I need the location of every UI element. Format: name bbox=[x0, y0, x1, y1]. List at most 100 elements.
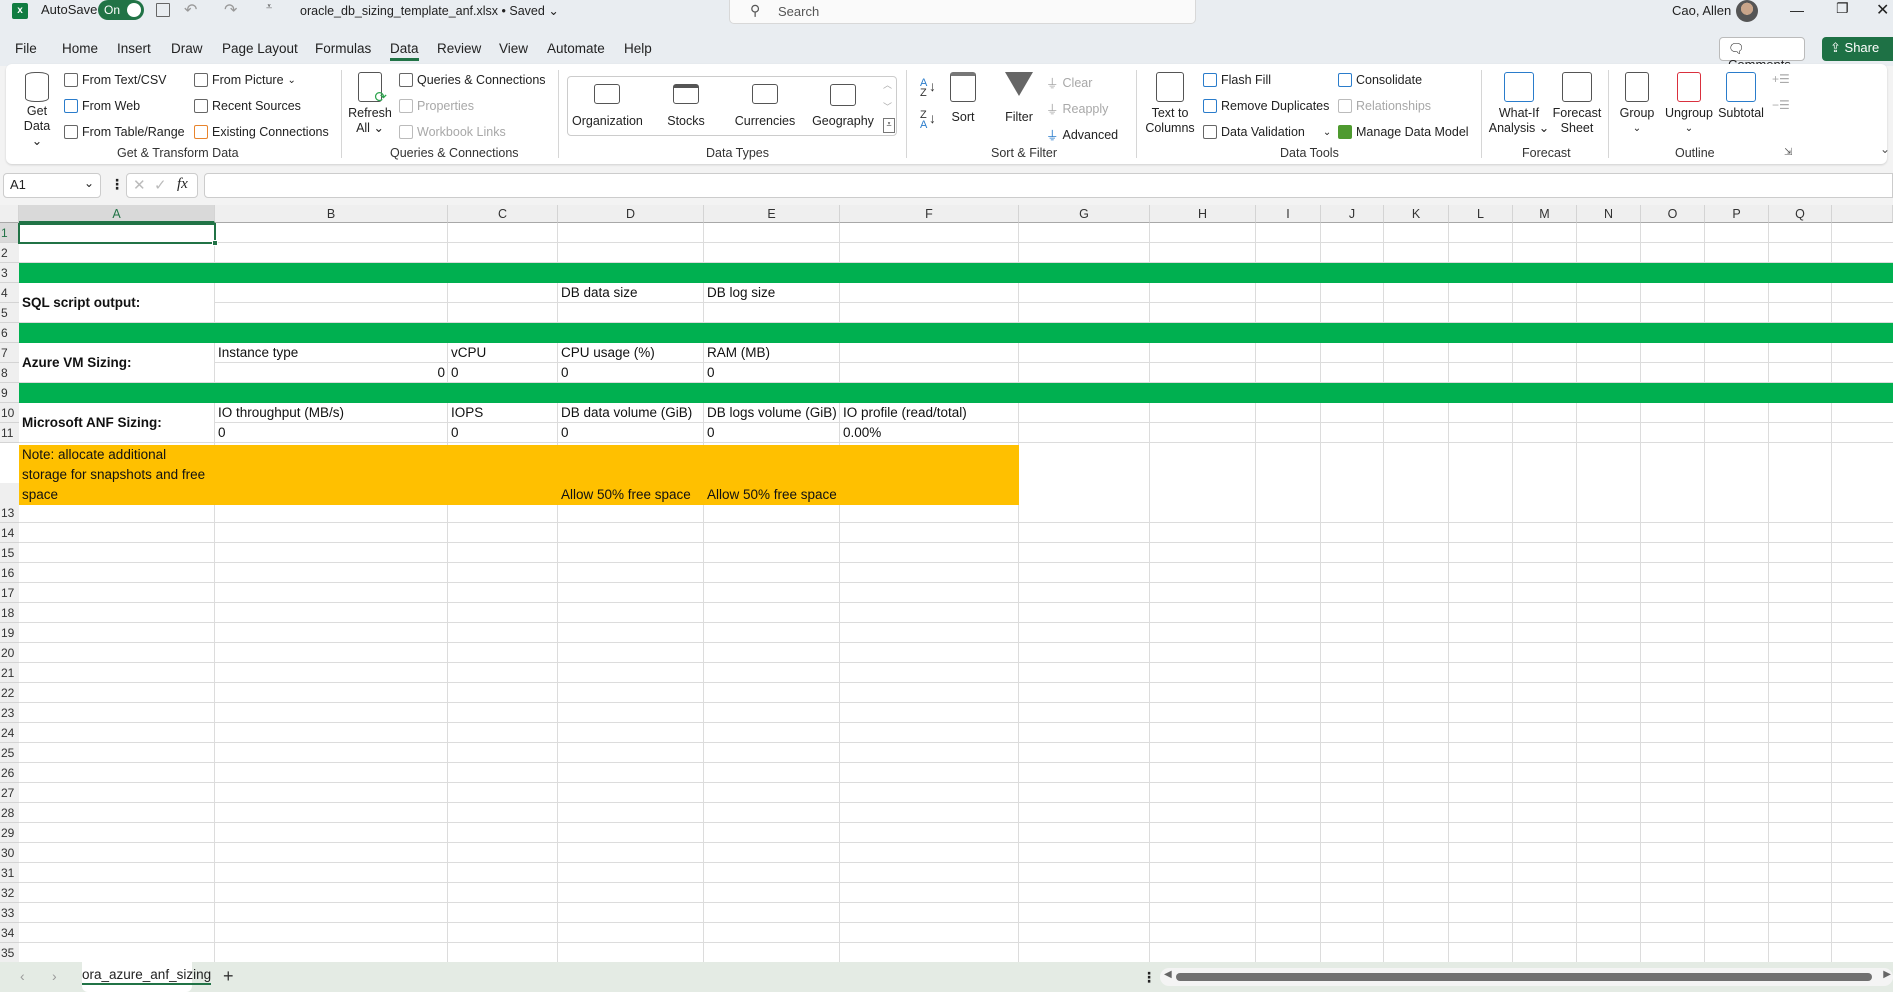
forecast-sheet-button[interactable]: Forecast Sheet bbox=[1552, 72, 1602, 136]
show-detail-icon[interactable]: +☰ bbox=[1772, 72, 1790, 86]
column-header-j[interactable]: J bbox=[1321, 205, 1384, 223]
add-sheet-button[interactable]: + bbox=[223, 966, 234, 987]
row-header-18[interactable]: 18 bbox=[0, 603, 19, 623]
cell-d8[interactable]: 0 bbox=[558, 363, 569, 383]
row-header-6[interactable]: 6 bbox=[0, 323, 19, 343]
active-cell-a1[interactable] bbox=[18, 223, 218, 246]
column-header-overflow[interactable] bbox=[1832, 205, 1893, 223]
row-header-20[interactable]: 20 bbox=[0, 643, 19, 663]
cell-c8[interactable]: 0 bbox=[448, 363, 459, 383]
cell-c7[interactable]: vCPU bbox=[448, 343, 486, 363]
note-row-12[interactable]: Note: allocate additional storage for sn… bbox=[19, 445, 1019, 505]
from-text-csv-button[interactable]: From Text/CSV bbox=[64, 73, 167, 87]
row-header-22[interactable]: 22 bbox=[0, 683, 19, 703]
row-header-21[interactable]: 21 bbox=[0, 663, 19, 683]
existing-connections-button[interactable]: Existing Connections bbox=[194, 125, 329, 139]
data-validation-button[interactable]: Data Validation ⌄ bbox=[1203, 125, 1331, 139]
cell-e8[interactable]: 0 bbox=[704, 363, 715, 383]
formula-input[interactable] bbox=[204, 173, 1893, 198]
cell-b11[interactable]: 0 bbox=[215, 423, 226, 443]
gallery-more-button[interactable]: ⩡ bbox=[883, 118, 895, 133]
undo-icon[interactable]: ↶ bbox=[184, 0, 197, 20]
sheet-options-icon[interactable]: ⋮ bbox=[1142, 969, 1156, 986]
consolidate-button[interactable]: Consolidate bbox=[1338, 73, 1422, 87]
sheet-tab-ora-azure-anf-sizing[interactable]: ora_azure_anf_sizing bbox=[82, 962, 212, 992]
row-header-10[interactable]: 10 bbox=[0, 403, 19, 423]
enter-icon[interactable]: ✓ bbox=[154, 176, 167, 194]
from-web-button[interactable]: From Web bbox=[64, 99, 140, 113]
row-header-4[interactable]: 4 bbox=[0, 283, 19, 303]
sort-descending-button[interactable]: Z A ↓ bbox=[920, 110, 936, 131]
flash-fill-button[interactable]: Flash Fill bbox=[1203, 73, 1271, 87]
column-header-q[interactable]: Q bbox=[1769, 205, 1832, 223]
data-type-currencies[interactable]: Currencies bbox=[729, 84, 801, 129]
get-data-button[interactable]: Get Data ⌄ bbox=[17, 72, 57, 149]
row-header-31[interactable]: 31 bbox=[0, 863, 19, 883]
row-header-30[interactable]: 30 bbox=[0, 843, 19, 863]
tab-draw[interactable]: Draw bbox=[171, 41, 203, 56]
column-header-n[interactable]: N bbox=[1577, 205, 1641, 223]
row-header-29[interactable]: 29 bbox=[0, 823, 19, 843]
tab-review[interactable]: Review bbox=[437, 41, 481, 56]
hide-detail-icon[interactable]: −☰ bbox=[1772, 98, 1790, 112]
merged-a4-a5[interactable]: SQL script output: bbox=[19, 283, 215, 323]
column-header-d[interactable]: D bbox=[558, 205, 704, 223]
remove-duplicates-button[interactable]: Remove Duplicates bbox=[1203, 99, 1329, 113]
column-header-p[interactable]: P bbox=[1705, 205, 1769, 223]
avatar[interactable] bbox=[1736, 0, 1758, 22]
advanced-filter-button[interactable]: ⏚ Advanced bbox=[1046, 125, 1118, 144]
cell-e10[interactable]: DB logs volume (GiB) bbox=[704, 403, 837, 423]
tab-file[interactable]: File bbox=[15, 41, 37, 56]
column-header-h[interactable]: H bbox=[1150, 205, 1256, 223]
cell-e7[interactable]: RAM (MB) bbox=[704, 343, 770, 363]
column-header-f[interactable]: F bbox=[840, 205, 1019, 223]
cancel-icon[interactable]: ✕ bbox=[133, 176, 146, 194]
workbook-links-button[interactable]: Workbook Links bbox=[399, 125, 506, 139]
restore-icon[interactable]: ❐ bbox=[1836, 0, 1849, 17]
tab-insert[interactable]: Insert bbox=[117, 41, 151, 56]
row-header-14[interactable]: 14 bbox=[0, 523, 19, 543]
name-box[interactable]: A1 ⌄ bbox=[3, 173, 101, 198]
queries-connections-button[interactable]: Queries & Connections bbox=[399, 73, 546, 87]
data-type-organization[interactable]: Organization bbox=[572, 84, 643, 129]
gallery-scroll-down[interactable]: ﹀ bbox=[883, 100, 892, 113]
scroll-right-icon[interactable]: ▶ bbox=[1883, 969, 1891, 980]
scrollbar-thumb[interactable] bbox=[1176, 973, 1872, 981]
column-header-a[interactable]: A bbox=[19, 205, 215, 223]
tab-formulas[interactable]: Formulas bbox=[315, 41, 371, 56]
insert-function-icon[interactable]: fx bbox=[177, 176, 188, 193]
tab-data[interactable]: Data bbox=[390, 41, 419, 61]
row-header-19[interactable]: 19 bbox=[0, 623, 19, 643]
text-to-columns-button[interactable]: Text to Columns bbox=[1144, 72, 1196, 136]
column-header-m[interactable]: M bbox=[1513, 205, 1577, 223]
search-box[interactable]: ⚲ Search bbox=[729, 0, 1196, 24]
row-header-1[interactable]: 1 bbox=[0, 223, 19, 243]
group-button[interactable]: Group ⌄ bbox=[1615, 72, 1659, 136]
cell-d11[interactable]: 0 bbox=[558, 423, 569, 443]
collapse-ribbon-icon[interactable]: ⌄ bbox=[1880, 142, 1890, 156]
column-header-e[interactable]: E bbox=[704, 205, 840, 223]
prev-sheet-icon[interactable]: ‹ bbox=[20, 968, 25, 984]
properties-button[interactable]: Properties bbox=[399, 99, 474, 113]
column-header-g[interactable]: G bbox=[1019, 205, 1150, 223]
row-header-2[interactable]: 2 bbox=[0, 243, 19, 263]
minimize-icon[interactable]: — bbox=[1790, 2, 1804, 18]
filename[interactable]: oracle_db_sizing_template_anf.xlsx • Sav… bbox=[300, 3, 559, 18]
tab-view[interactable]: View bbox=[499, 41, 528, 56]
cell-f11[interactable]: 0.00% bbox=[840, 423, 881, 443]
horizontal-scrollbar[interactable]: ◀ ▶ bbox=[1160, 968, 1893, 986]
next-sheet-icon[interactable]: › bbox=[52, 968, 57, 984]
from-picture-button[interactable]: From Picture ⌄ bbox=[194, 73, 296, 87]
column-header-l[interactable]: L bbox=[1449, 205, 1513, 223]
row-header-7[interactable]: 7 bbox=[0, 343, 19, 363]
row-header-3[interactable]: 3 bbox=[0, 263, 19, 283]
recent-sources-button[interactable]: Recent Sources bbox=[194, 99, 301, 113]
close-icon[interactable]: ✕ bbox=[1876, 0, 1889, 20]
cell-b7[interactable]: Instance type bbox=[215, 343, 298, 363]
subtotal-button[interactable]: Subtotal bbox=[1716, 72, 1766, 121]
column-header-i[interactable]: I bbox=[1256, 205, 1321, 223]
row-header-28[interactable]: 28 bbox=[0, 803, 19, 823]
cell-d7[interactable]: CPU usage (%) bbox=[558, 343, 655, 363]
cell-d4[interactable]: DB data size bbox=[558, 283, 638, 303]
refresh-all-button[interactable]: ⟳ Refresh All ⌄ bbox=[348, 72, 392, 136]
